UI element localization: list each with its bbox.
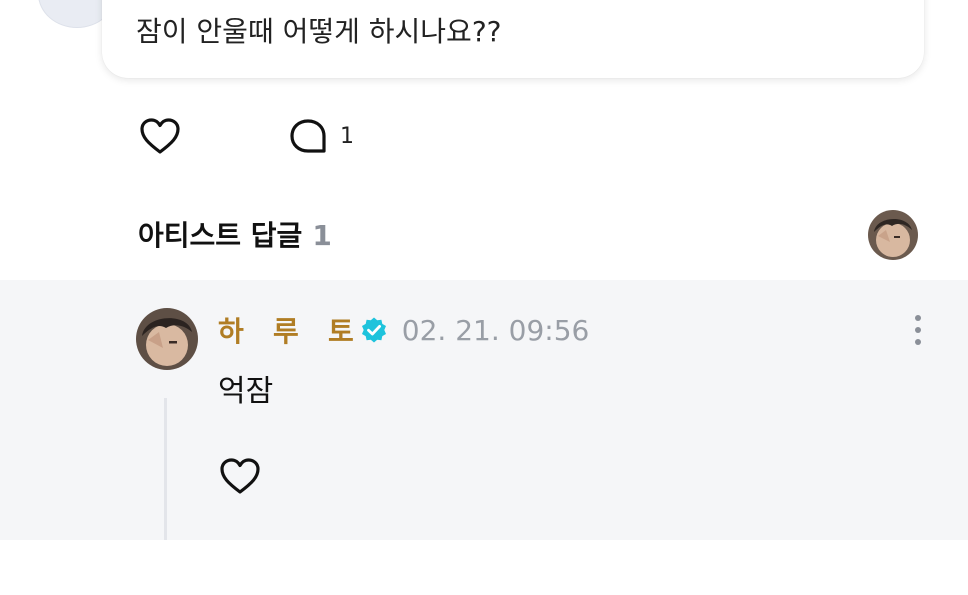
post-action-row: 1 bbox=[138, 116, 354, 156]
post-comment-button[interactable]: 1 bbox=[286, 116, 354, 156]
verified-badge-icon bbox=[360, 316, 388, 344]
comment-bubble-icon bbox=[290, 119, 326, 153]
artist-reply: 하 루 토 02. 21. 09:56 억잠 bbox=[0, 280, 968, 540]
more-dot bbox=[915, 327, 921, 333]
post-area: 잠이 안울때 어떻게 하시나요?? 1 아티스트 답글 1 bbox=[0, 0, 968, 280]
artist-replies-title: 아티스트 답글 bbox=[138, 219, 303, 252]
comment-count: 1 bbox=[340, 123, 354, 149]
reply-timestamp: 02. 21. 09:56 bbox=[401, 313, 590, 347]
artist-avatar[interactable] bbox=[868, 210, 918, 260]
artist-replies-header: 아티스트 답글 1 bbox=[138, 214, 332, 254]
artist-photo bbox=[868, 210, 918, 260]
reply-author-name[interactable]: 하 루 토 bbox=[218, 310, 354, 350]
post-like-button[interactable] bbox=[138, 116, 182, 156]
post-bubble: 잠이 안울때 어떻게 하시나요?? bbox=[102, 0, 924, 78]
reply-author-photo bbox=[136, 308, 198, 370]
bottom-blank bbox=[0, 540, 968, 595]
heart-outline-icon bbox=[140, 118, 180, 154]
more-dot bbox=[915, 315, 921, 321]
thread-line bbox=[164, 398, 167, 540]
reply-like-button[interactable] bbox=[218, 456, 262, 496]
more-vertical-icon[interactable] bbox=[902, 310, 934, 350]
more-dot bbox=[915, 339, 921, 345]
post-text: 잠이 안울때 어떻게 하시나요?? bbox=[136, 15, 502, 48]
reply-text: 억잠 bbox=[218, 374, 274, 409]
artist-replies-count: 1 bbox=[312, 219, 332, 252]
heart-outline-icon bbox=[220, 458, 260, 494]
reply-author-avatar[interactable] bbox=[136, 308, 198, 370]
reply-header: 하 루 토 02. 21. 09:56 bbox=[218, 310, 589, 350]
